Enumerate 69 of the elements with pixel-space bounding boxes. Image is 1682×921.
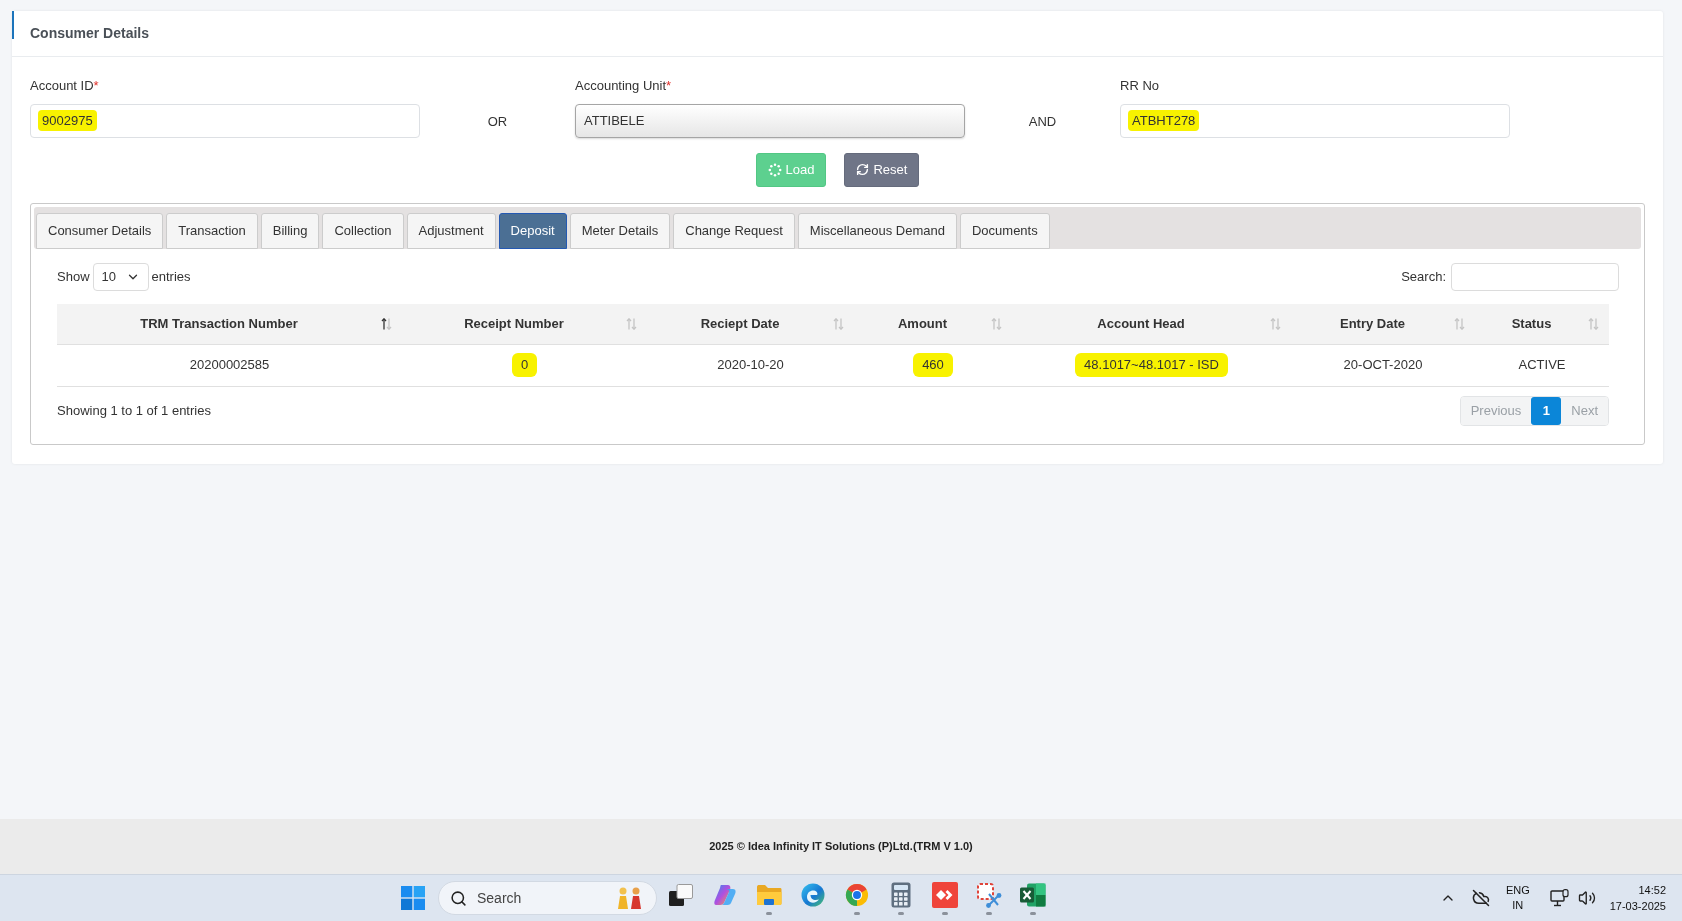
- chrome-logo-icon: [845, 883, 869, 907]
- search-icon: [450, 889, 467, 907]
- taskbar-search-field[interactable]: Search: [438, 881, 657, 915]
- tab[interactable]: Documents: [959, 212, 1050, 249]
- column-header[interactable]: Entry Date: [1291, 303, 1475, 344]
- field-label: RR No: [1120, 77, 1159, 95]
- dropdown-field[interactable]: ATTIBELE: [575, 103, 965, 138]
- snipping-tool-icon: [976, 882, 1002, 908]
- page-button[interactable]: 1: [1531, 396, 1562, 425]
- network-monitor-icon[interactable]: [1549, 889, 1569, 907]
- speaker-icon[interactable]: [1577, 889, 1596, 907]
- tab[interactable]: Billing: [260, 212, 320, 249]
- table-cell: 48.1017~48.1017 - ISD: [1012, 344, 1291, 386]
- field-label: Account ID*: [30, 77, 99, 95]
- connector-label: OR: [487, 112, 508, 131]
- edge-logo-icon: [801, 883, 825, 907]
- tab[interactable]: Consumer Details: [36, 212, 164, 249]
- figures-icon: [616, 886, 644, 910]
- entries-label: entries: [151, 267, 191, 286]
- table-cell: 460: [854, 344, 1012, 386]
- reset-button[interactable]: Reset: [844, 152, 920, 187]
- table-cell: 0: [402, 344, 647, 386]
- search-field[interactable]: [1451, 262, 1619, 291]
- running-dash-icon: [942, 912, 948, 915]
- language-indicator[interactable]: ENG IN: [1505, 883, 1530, 913]
- field-label: Accounting Unit*: [575, 77, 672, 95]
- running-dash-icon: [898, 912, 904, 915]
- task-view-icon: [669, 884, 693, 906]
- running-dash-icon: [766, 912, 772, 915]
- text-field[interactable]: 9002975: [30, 103, 420, 138]
- copilot-logo-icon: [713, 883, 737, 907]
- tab[interactable]: Change Request: [673, 212, 795, 249]
- show-label: Show: [57, 267, 90, 286]
- cloud-off-icon[interactable]: [1471, 889, 1490, 907]
- tab[interactable]: Transaction: [166, 212, 258, 249]
- tab[interactable]: Collection: [322, 212, 404, 249]
- anydesk-logo-icon: [932, 882, 958, 908]
- entries-select[interactable]: 10: [92, 262, 149, 291]
- windows-logo-icon[interactable]: [401, 886, 425, 910]
- running-dash-icon: [986, 912, 992, 915]
- calculator-icon: [891, 882, 911, 908]
- connector-label: AND: [1028, 112, 1057, 131]
- column-header[interactable]: Status: [1475, 303, 1609, 344]
- table-cell-text: 2020-10-20: [716, 356, 785, 375]
- tab[interactable]: Meter Details: [569, 212, 671, 249]
- excel-logo-icon: [1020, 883, 1046, 907]
- text-field[interactable]: ATBHT278: [1120, 103, 1510, 138]
- card-title: Consumer Details: [30, 24, 150, 43]
- table-cell-text: 20-OCT-2020: [1342, 356, 1424, 375]
- column-header[interactable]: Receipt Number: [402, 303, 647, 344]
- column-header[interactable]: TRM Transaction Number: [57, 303, 402, 344]
- accent-bar: [12, 11, 14, 39]
- column-header[interactable]: Reciept Date: [647, 303, 854, 344]
- tab[interactable]: Miscellaneous Demand: [797, 212, 957, 249]
- column-header[interactable]: Account Head: [1012, 303, 1291, 344]
- running-dash-icon: [1030, 912, 1036, 915]
- tab[interactable]: Deposit: [498, 212, 567, 249]
- refresh-icon: [856, 163, 870, 176]
- spinner-icon: [767, 162, 782, 177]
- running-dash-icon: [854, 912, 860, 915]
- table-info: Showing 1 to 1 of 1 entries: [57, 401, 211, 420]
- table-cell-text: 20200002585: [188, 356, 271, 375]
- clock[interactable]: 14:52 17-03-2025: [1609, 882, 1666, 914]
- tab[interactable]: Adjustment: [406, 212, 496, 249]
- folder-icon: [756, 884, 782, 906]
- search-label: Search:: [1401, 267, 1446, 286]
- copyright-text: 2025 © Idea Infinity IT Solutions (P)Ltd.(TRM V 1.0): [709, 839, 973, 855]
- table-cell-text: ACTIVE: [1517, 356, 1567, 375]
- column-header[interactable]: Amount: [854, 303, 1012, 344]
